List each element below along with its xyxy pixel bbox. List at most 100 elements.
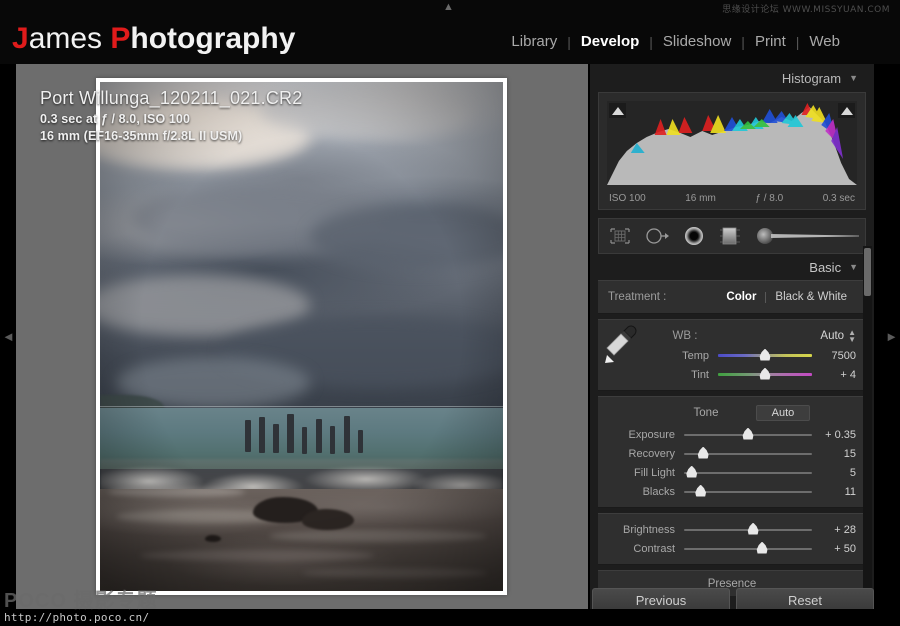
develop-tool-strip — [598, 218, 866, 254]
red-eye-correction-tool-icon[interactable] — [683, 224, 705, 248]
logo-letter-j: J — [12, 22, 29, 55]
spot-removal-tool-icon[interactable] — [645, 224, 669, 248]
graduated-filter-tool-icon[interactable] — [719, 224, 741, 248]
slider-label-fill-light: Fill Light — [634, 466, 675, 479]
slider-label-blacks: Blacks — [642, 485, 675, 498]
photo-piling-5 — [301, 427, 308, 454]
crop-overlay-tool-icon[interactable] — [609, 224, 631, 248]
histogram-svg — [607, 101, 857, 185]
slider-row-contrast: Contrast + 50 — [608, 539, 856, 558]
slider-row-temp: Temp 7500 — [642, 346, 856, 365]
slider-track-blacks[interactable] — [684, 484, 812, 499]
wb-label: WB : — [672, 330, 698, 342]
white-balance-block: WB : Auto ▲ ▼ Temp 7500 Tint + 4 — [598, 319, 866, 391]
slider-track-contrast[interactable] — [684, 541, 812, 556]
slider-track-brightness[interactable] — [684, 522, 812, 537]
treatment-color-option[interactable]: Color — [717, 291, 765, 303]
shadow-clipping-indicator[interactable] — [609, 103, 626, 118]
slider-value-temp[interactable]: 7500 — [812, 350, 856, 362]
white-balance-selector-icon[interactable] — [604, 324, 638, 364]
right-panel-scroll-thumb[interactable] — [864, 248, 871, 296]
slider-value-blacks[interactable]: 11 — [812, 486, 856, 498]
slider-value-fill-light[interactable]: 5 — [812, 467, 856, 479]
slider-knob-fill-light[interactable] — [686, 465, 698, 478]
hist-aperture: ƒ / 8.0 — [755, 193, 784, 204]
module-develop[interactable]: Develop — [571, 33, 649, 50]
wb-row: WB : Auto ▲ ▼ — [642, 326, 856, 346]
slider-knob-recovery[interactable] — [697, 446, 709, 459]
slider-knob-temp[interactable] — [759, 348, 771, 361]
treatment-block: Treatment : Color Black & White — [598, 280, 866, 314]
slider-row-brightness: Brightness + 28 — [608, 520, 856, 539]
photo-piling-2 — [259, 416, 265, 453]
slider-track-fill-light[interactable] — [684, 465, 812, 480]
lightroom-develop-window: James Photography Library | Develop | Sl… — [0, 0, 900, 626]
module-web[interactable]: Web — [799, 33, 850, 50]
treatment-row: Treatment : Color Black & White — [608, 287, 856, 307]
slider-value-contrast[interactable]: + 50 — [812, 543, 856, 555]
slider-knob-contrast[interactable] — [756, 541, 768, 554]
photo-frame[interactable] — [96, 78, 507, 595]
photo-piling-7 — [329, 426, 336, 454]
photo-piling-1 — [245, 420, 252, 453]
logo-ames: ames — [28, 22, 111, 55]
slider-row-exposure: Exposure + 0.35 — [608, 425, 856, 444]
slider-track-temp[interactable] — [718, 348, 812, 363]
image-canvas-area[interactable]: Port Willunga_120211_021.CR2 0.3 sec at … — [16, 64, 588, 609]
slider-track-exposure[interactable] — [684, 427, 812, 442]
slider-row-blacks: Blacks 11 — [608, 482, 856, 501]
updown-chevron-icon: ▲ ▼ — [848, 329, 856, 344]
slider-knob-blacks[interactable] — [695, 484, 707, 497]
histogram-panel-header[interactable]: Histogram ▼ — [590, 64, 874, 92]
tone-block: Tone Auto Exposure + 0.35 Recovery 15 Fi… — [598, 396, 866, 508]
module-slideshow[interactable]: Slideshow — [653, 33, 741, 50]
right-panel-collapse-arrow[interactable]: ► — [885, 330, 898, 343]
slider-value-recovery[interactable]: 15 — [812, 448, 856, 460]
photo-piling-6 — [315, 418, 322, 453]
basic-panel-header[interactable]: Basic ▼ — [590, 254, 874, 280]
slider-knob-brightness[interactable] — [747, 522, 759, 535]
slider-label-tint: Tint — [691, 368, 709, 381]
filmstrip-bar — [0, 609, 900, 626]
right-panel-scrollbar[interactable] — [863, 246, 872, 601]
chevron-down-icon-basic[interactable]: ▼ — [849, 262, 858, 272]
slider-row-recovery: Recovery 15 — [608, 444, 856, 463]
slider-fill-contrast — [684, 547, 812, 550]
slider-row-fill-light: Fill Light 5 — [608, 463, 856, 482]
histogram-plot[interactable] — [607, 101, 857, 185]
slider-value-exposure[interactable]: + 0.35 — [812, 429, 856, 441]
watermark-top-right: 思缘设计论坛 WWW.MISSYUAN.COM — [722, 5, 890, 15]
chevron-down-glyph: ▼ — [848, 335, 856, 344]
slider-track-recovery[interactable] — [684, 446, 812, 461]
histogram-metadata: ISO 100 16 mm ƒ / 8.0 0.3 sec — [609, 193, 855, 204]
wb-preset-dropdown[interactable]: Auto ▲ ▼ — [820, 329, 856, 344]
photo-preview[interactable] — [100, 82, 503, 591]
treatment-label: Treatment : — [608, 291, 667, 303]
chevron-down-icon[interactable]: ▼ — [849, 73, 858, 83]
appearance-block: Brightness + 28 Contrast + 50 — [598, 513, 866, 565]
identity-plate-logo[interactable]: James Photography — [12, 22, 295, 56]
top-panel-collapse-arrow[interactable]: ▲ — [443, 2, 454, 13]
right-panel: Histogram ▼ ISO 100 16 mm ƒ / 8.0 0.3 se… — [590, 64, 874, 609]
photo-piling-9 — [357, 430, 364, 453]
tone-auto-button[interactable]: Auto — [756, 405, 810, 421]
module-picker: Library | Develop | Slideshow | Print | … — [501, 33, 850, 50]
histogram-panel[interactable]: ISO 100 16 mm ƒ / 8.0 0.3 sec — [598, 92, 866, 210]
slider-value-brightness[interactable]: + 28 — [812, 524, 856, 536]
treatment-bw-option[interactable]: Black & White — [766, 291, 856, 303]
slider-label-temp: Temp — [682, 349, 709, 362]
module-print[interactable]: Print — [745, 33, 796, 50]
logo-letter-p: P — [110, 22, 131, 55]
slider-track-tint[interactable] — [718, 367, 812, 382]
left-panel-collapse-arrow[interactable]: ◄ — [2, 330, 15, 343]
adjustment-brush-tool-icon[interactable] — [755, 224, 865, 248]
slider-row-tint: Tint + 4 — [642, 365, 856, 384]
slider-knob-exposure[interactable] — [742, 427, 754, 440]
slider-value-tint[interactable]: + 4 — [812, 369, 856, 381]
wb-preset-value: Auto — [820, 330, 845, 342]
module-library[interactable]: Library — [501, 33, 567, 50]
slider-knob-tint[interactable] — [759, 367, 771, 380]
photo-piling-3 — [273, 424, 280, 453]
tone-header: Tone Auto — [608, 403, 856, 423]
highlight-clipping-indicator[interactable] — [838, 103, 855, 118]
